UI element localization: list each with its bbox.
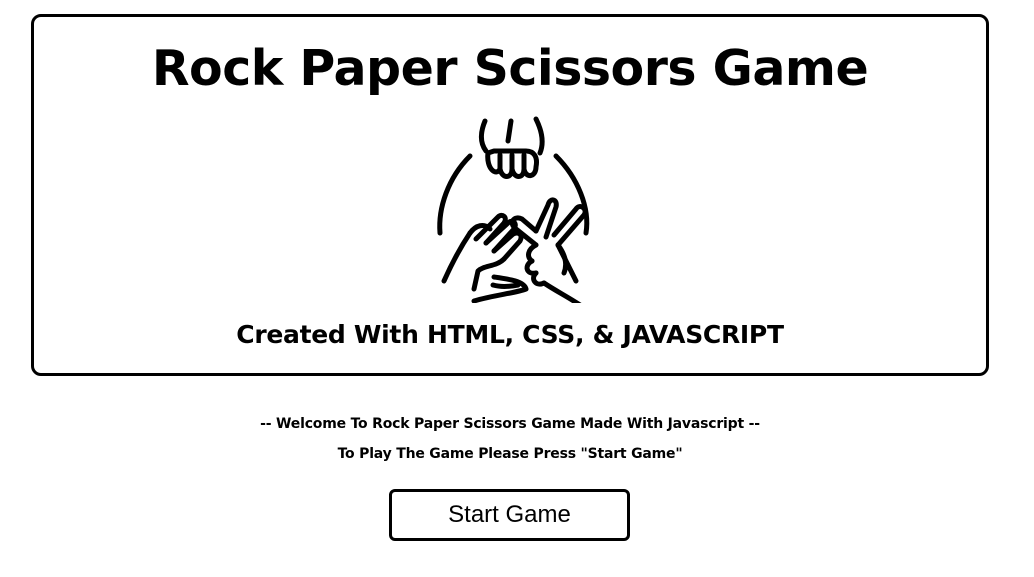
welcome-message: -- Welcome To Rock Paper Scissors Game M… [260,416,760,432]
hero-subtitle: Created With HTML, CSS, & JAVASCRIPT [236,320,784,349]
hero-card: Rock Paper Scissors Game Created With HT [31,14,989,376]
start-game-button[interactable]: Start Game [389,489,630,541]
instructions-message: To Play The Game Please Press "Start Gam… [337,446,683,462]
rock-paper-scissors-hands-icon [437,116,590,303]
page-title: Rock Paper Scissors Game [151,40,869,97]
